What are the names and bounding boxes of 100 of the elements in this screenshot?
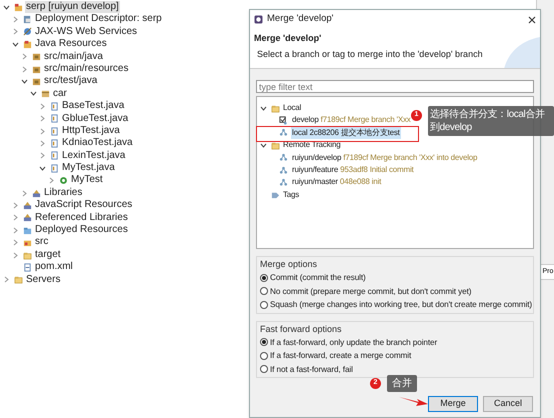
branch-icon (279, 153, 288, 162)
tree-item[interactable]: Referenced Libraries (34, 212, 129, 224)
collapse-chevron-icon[interactable] (12, 40, 19, 48)
expand-chevron-icon[interactable] (12, 28, 19, 36)
dialog-heading: Merge 'develop' (254, 32, 322, 44)
descriptor-icon (23, 15, 32, 24)
expand-chevron-icon[interactable] (12, 252, 19, 258)
radio-option[interactable]: If a fast-forward, only update the branch pointer (260, 336, 530, 349)
expand-chevron-icon[interactable] (12, 214, 19, 222)
library-icon (23, 200, 32, 210)
expand-chevron-icon[interactable] (39, 115, 46, 122)
tree-item[interactable]: src (34, 236, 50, 249)
dialog-description: Select a branch or tag to merge into the 'develop' branch (256, 48, 484, 60)
tree-item[interactable]: JAX-WS Web Services (34, 26, 138, 38)
branch-head-icon (279, 116, 288, 126)
callout-tooltip: 合并 (387, 375, 417, 392)
branch-item[interactable]: develop f7189cf Merge branch 'Xxx (291, 114, 412, 127)
expand-chevron-icon[interactable] (21, 53, 28, 60)
group-title: Merge options (260, 258, 318, 271)
expand-chevron-icon[interactable] (21, 66, 28, 73)
dialog-button[interactable]: Merge (428, 396, 478, 412)
tree-item[interactable]: src/test/java (43, 75, 98, 88)
expand-chevron-icon[interactable] (12, 202, 19, 209)
java-file-icon (50, 151, 59, 160)
tree-item[interactable]: HttpTest.java (61, 124, 121, 138)
tree-item[interactable]: serp [ruiyun develop] (25, 1, 120, 14)
radio-option[interactable]: Commit (commit the result) (260, 271, 530, 284)
tree-item[interactable]: Libraries (43, 186, 84, 200)
collapse-chevron-icon[interactable] (39, 164, 46, 172)
tree-item[interactable]: Servers (25, 274, 62, 286)
tree-item[interactable]: JavaScript Resources (34, 199, 134, 212)
collapse-chevron-icon[interactable] (3, 4, 10, 11)
radio-option[interactable]: No commit (prepare merge commit, but don't commit yet) (260, 284, 530, 298)
expand-chevron-icon[interactable] (12, 16, 19, 24)
java-file-icon (50, 164, 59, 173)
tags-icon (271, 190, 280, 200)
class-icon (59, 176, 68, 186)
folder-icon (271, 104, 280, 113)
branch-icon (279, 166, 288, 175)
expand-chevron-icon[interactable] (48, 177, 55, 184)
library-icon (32, 188, 41, 198)
app-icon (254, 15, 263, 24)
library-icon (23, 213, 32, 222)
tree-item[interactable]: Local (282, 102, 302, 114)
deployed-folder-icon (23, 226, 32, 235)
expand-chevron-icon[interactable] (21, 190, 28, 197)
collapse-chevron-icon[interactable] (260, 104, 267, 112)
expand-chevron-icon[interactable] (39, 140, 46, 147)
pointer-arrow (399, 396, 429, 407)
resources-icon (23, 40, 32, 49)
tree-item[interactable]: target (34, 248, 62, 262)
collapse-chevron-icon[interactable] (21, 78, 28, 86)
tree-item[interactable]: Java Resources (34, 38, 108, 51)
tree-item[interactable]: Deployed Resources (34, 224, 129, 236)
branch-item[interactable]: ruiyun/master 048e088 init (291, 176, 382, 189)
tree-item[interactable]: Tags (282, 188, 300, 202)
package-icon (41, 89, 50, 98)
collapse-chevron-icon[interactable] (260, 142, 267, 149)
branch-item[interactable]: ruiyun/feature 953adf8 Initial commit (291, 164, 415, 176)
tree-item[interactable]: KdniaoTest.java (61, 137, 134, 150)
java-file-icon (50, 126, 59, 136)
folder-icon (14, 275, 23, 284)
tree-item[interactable]: MyTest.java (61, 162, 116, 174)
source-folder-icon (23, 238, 32, 248)
tree-item[interactable]: MyTest (70, 174, 104, 187)
filter-field[interactable]: type filter text (256, 80, 534, 93)
folder-icon (271, 140, 280, 150)
tree-item[interactable]: BaseTest.java (61, 100, 126, 113)
dialog-button[interactable]: Cancel (483, 396, 533, 412)
java-file-icon (50, 138, 59, 148)
group-title: Fast forward options (260, 322, 343, 336)
branch-item[interactable]: ruiyun/develop f7189cf Merge branch 'Xxx' into develop (291, 152, 478, 164)
branch-icon (279, 128, 288, 138)
expand-chevron-icon[interactable] (39, 152, 46, 160)
expand-chevron-icon[interactable] (3, 276, 10, 284)
window-title: Merge 'develop' (267, 12, 334, 26)
expand-chevron-icon[interactable] (12, 226, 19, 234)
java-file-icon (50, 102, 59, 111)
expand-chevron-icon[interactable] (12, 239, 19, 246)
radio-option[interactable]: If a fast-forward, create a merge commit (260, 349, 530, 362)
java-file-icon (50, 114, 59, 124)
radio-option[interactable]: Squash (merge changes into working tree, but don't create merge commit) (260, 298, 530, 312)
collapse-chevron-icon[interactable] (30, 90, 37, 98)
tree-item[interactable]: car (52, 88, 68, 100)
radio-option[interactable]: If not a fast-forward, fail (260, 362, 530, 376)
branch-icon (279, 178, 288, 188)
close-icon[interactable] (528, 16, 536, 24)
tree-item[interactable]: src/main/resources (43, 62, 130, 76)
folder-icon (23, 250, 32, 260)
tree-item[interactable]: pom.xml (34, 261, 74, 274)
project-icon (14, 2, 23, 12)
tree-item[interactable]: GblueTest.java (61, 112, 130, 125)
branch-item[interactable]: local 2c88206 提交本地分支test (291, 126, 401, 140)
tree-item[interactable]: src/main/java (43, 50, 104, 63)
tree-item[interactable]: LexinTest.java (61, 150, 126, 162)
expand-chevron-icon[interactable] (39, 128, 46, 135)
expand-chevron-icon[interactable] (39, 102, 46, 110)
xml-file-icon (23, 262, 32, 272)
tree-item[interactable]: Deployment Descriptor: serp (34, 13, 163, 26)
globe-icon (23, 27, 32, 36)
